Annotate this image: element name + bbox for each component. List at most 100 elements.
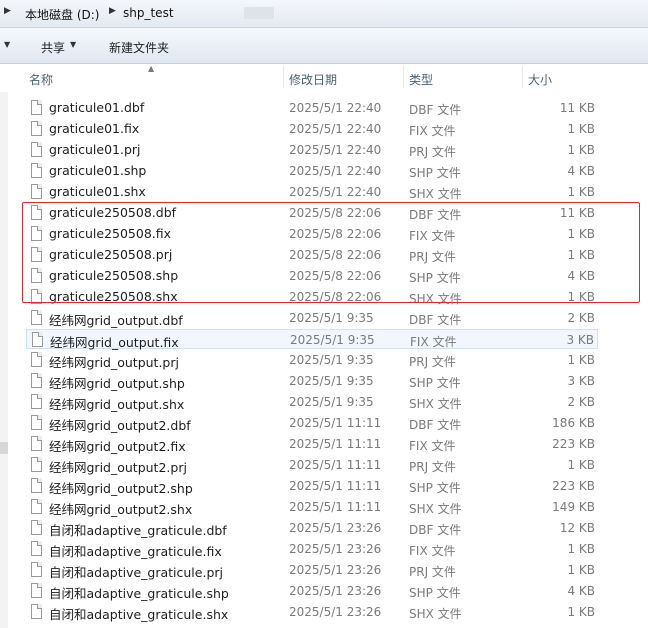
file-type: SHX 文件	[409, 187, 462, 201]
file-type: SHP 文件	[409, 376, 461, 390]
file-row[interactable]: graticule01.shx 2025/5/1 22:40 SHX 文件 1 KB	[26, 182, 598, 202]
file-row[interactable]: graticule01.dbf 2025/5/1 22:40 DBF 文件 11 KB	[26, 98, 598, 118]
file-name: 经纬网grid_output2.prj	[49, 460, 187, 475]
column-header-row: ▲ 名称 修改日期 类型 大小	[0, 64, 648, 92]
file-name: 经纬网grid_output.shx	[49, 397, 185, 412]
file-row[interactable]: 经纬网grid_output2.prj 2025/5/1 11:11 PRJ 文件 1…	[26, 455, 598, 475]
file-size: 1 KB	[567, 353, 595, 367]
file-date-modified: 2025/5/1 23:26	[289, 542, 382, 556]
file-name: 经纬网grid_output.fix	[50, 335, 179, 350]
file-type: DBF 文件	[409, 418, 462, 432]
file-size: 4 KB	[567, 584, 595, 598]
file-name: 自闭和adaptive_graticule.shx	[49, 607, 229, 622]
file-size: 1 KB	[567, 185, 595, 199]
file-size: 1 KB	[567, 143, 595, 157]
address-bar[interactable]: ▶ 本地磁盘 (D:) ▶ shp_test	[0, 0, 648, 28]
column-divider[interactable]	[283, 66, 284, 88]
file-row[interactable]: 自闭和adaptive_graticule.shx 2025/5/1 23:26 S…	[26, 602, 598, 622]
file-date-modified: 2025/5/1 9:35	[289, 395, 374, 409]
file-icon	[31, 562, 42, 577]
sort-ascending-icon: ▲	[148, 64, 155, 73]
file-name: 经纬网grid_output2.fix	[49, 439, 186, 454]
file-date-modified: 2025/5/1 11:11	[289, 500, 382, 514]
file-name: 经纬网grid_output.shp	[49, 376, 185, 391]
file-name: graticule01.shx	[49, 184, 146, 199]
file-size: 12 KB	[559, 521, 595, 535]
file-size: 149 KB	[552, 500, 595, 514]
file-type: SHX 文件	[409, 607, 462, 621]
file-row[interactable]: 自闭和adaptive_graticule.prj 2025/5/1 23:26 P…	[26, 560, 598, 580]
file-name: 经纬网grid_output.prj	[49, 355, 179, 370]
file-type: DBF 文件	[409, 523, 462, 537]
file-icon	[31, 142, 42, 157]
back-dropdown-chevron-icon[interactable]: ▶	[4, 6, 11, 16]
file-row[interactable]: 经纬网grid_output2.fix 2025/5/1 11:11 FIX 文件 2…	[26, 434, 598, 454]
file-icon	[31, 604, 42, 619]
file-name: graticule01.shp	[49, 163, 147, 178]
file-icon	[31, 121, 42, 136]
file-name: 自闭和adaptive_graticule.prj	[49, 565, 223, 580]
file-icon	[31, 352, 42, 367]
file-row[interactable]: 经纬网grid_output.prj 2025/5/1 9:35 PRJ 文件 1 K…	[26, 350, 598, 370]
file-date-modified: 2025/5/1 22:40	[289, 164, 382, 178]
file-row[interactable]: 经纬网grid_output.shp 2025/5/1 9:35 SHP 文件 3 K…	[26, 371, 598, 391]
file-row[interactable]: 经纬网grid_output.dbf 2025/5/1 9:35 DBF 文件 2 K…	[26, 308, 598, 328]
column-header-name[interactable]: 名称	[29, 71, 53, 88]
file-size: 3 KB	[566, 333, 594, 347]
file-size: 1 KB	[567, 542, 595, 556]
column-divider[interactable]	[522, 66, 523, 88]
file-name: 自闭和adaptive_graticule.shp	[49, 586, 229, 601]
organize-dropdown-icon[interactable]: ▼	[4, 40, 10, 49]
share-dropdown-icon[interactable]: ▼	[70, 40, 76, 49]
column-divider[interactable]	[403, 66, 404, 88]
file-row[interactable]: 经纬网grid_output2.dbf 2025/5/1 11:11 DBF 文件 1…	[26, 413, 598, 433]
file-row[interactable]: 经纬网grid_output2.shp 2025/5/1 11:11 SHP 文件 2…	[26, 476, 598, 496]
breadcrumb-separator-icon[interactable]: ▶	[109, 6, 116, 16]
file-row[interactable]: 经纬网grid_output.shx 2025/5/1 9:35 SHX 文件 2 K…	[26, 392, 598, 412]
file-size: 1 KB	[567, 458, 595, 472]
file-row[interactable]: 自闭和adaptive_graticule.dbf 2025/5/1 23:26 D…	[26, 518, 598, 538]
file-name: graticule01.prj	[49, 142, 141, 157]
file-size: 4 KB	[567, 164, 595, 178]
file-size: 223 KB	[552, 479, 595, 493]
file-date-modified: 2025/5/1 22:40	[289, 185, 382, 199]
file-date-modified: 2025/5/1 11:11	[289, 437, 382, 451]
file-icon	[31, 457, 42, 472]
file-row[interactable]: 经纬网grid_output2.shx 2025/5/1 11:11 SHX 文件 1…	[26, 497, 598, 517]
file-type: SHP 文件	[409, 166, 461, 180]
file-row[interactable]: graticule01.prj 2025/5/1 22:40 PRJ 文件 1 KB	[26, 140, 598, 160]
file-size: 2 KB	[567, 395, 595, 409]
share-button[interactable]: 共享	[41, 39, 65, 56]
file-row[interactable]: graticule01.fix 2025/5/1 22:40 FIX 文件 1 KB	[26, 119, 598, 139]
column-header-size[interactable]: 大小	[528, 71, 552, 88]
file-icon	[31, 436, 42, 451]
breadcrumb-drive[interactable]: 本地磁盘 (D:)	[25, 6, 99, 23]
highlight-box	[22, 202, 640, 303]
file-icon	[31, 373, 42, 388]
column-header-type[interactable]: 类型	[409, 71, 433, 88]
file-icon	[31, 310, 42, 325]
file-icon	[32, 332, 43, 347]
file-row[interactable]: 自闭和adaptive_graticule.fix 2025/5/1 23:26 F…	[26, 539, 598, 559]
breadcrumb-folder[interactable]: shp_test	[123, 6, 174, 20]
file-size: 3 KB	[567, 374, 595, 388]
file-type: FIX 文件	[410, 335, 457, 349]
file-row[interactable]: 经纬网grid_output.fix 2025/5/1 9:35 FIX 文件 3 K…	[26, 329, 598, 350]
file-row[interactable]: 自闭和adaptive_graticule.shp 2025/5/1 23:26 S…	[26, 581, 598, 601]
new-folder-button[interactable]: 新建文件夹	[109, 39, 169, 56]
file-type: PRJ 文件	[409, 145, 456, 159]
column-header-date[interactable]: 修改日期	[289, 71, 337, 88]
file-size: 11 KB	[559, 101, 595, 115]
file-row[interactable]: graticule01.shp 2025/5/1 22:40 SHP 文件 4 KB	[26, 161, 598, 181]
file-name: graticule01.fix	[49, 121, 140, 136]
file-icon	[31, 100, 42, 115]
pane-resize-grip[interactable]	[0, 442, 8, 454]
file-icon	[31, 499, 42, 514]
file-date-modified: 2025/5/1 22:40	[289, 101, 382, 115]
file-date-modified: 2025/5/1 11:11	[289, 416, 382, 430]
file-name: graticule01.dbf	[49, 100, 145, 115]
file-type: PRJ 文件	[409, 565, 456, 579]
file-type: DBF 文件	[409, 103, 462, 117]
file-date-modified: 2025/5/1 23:26	[289, 584, 382, 598]
file-date-modified: 2025/5/1 11:11	[289, 458, 382, 472]
